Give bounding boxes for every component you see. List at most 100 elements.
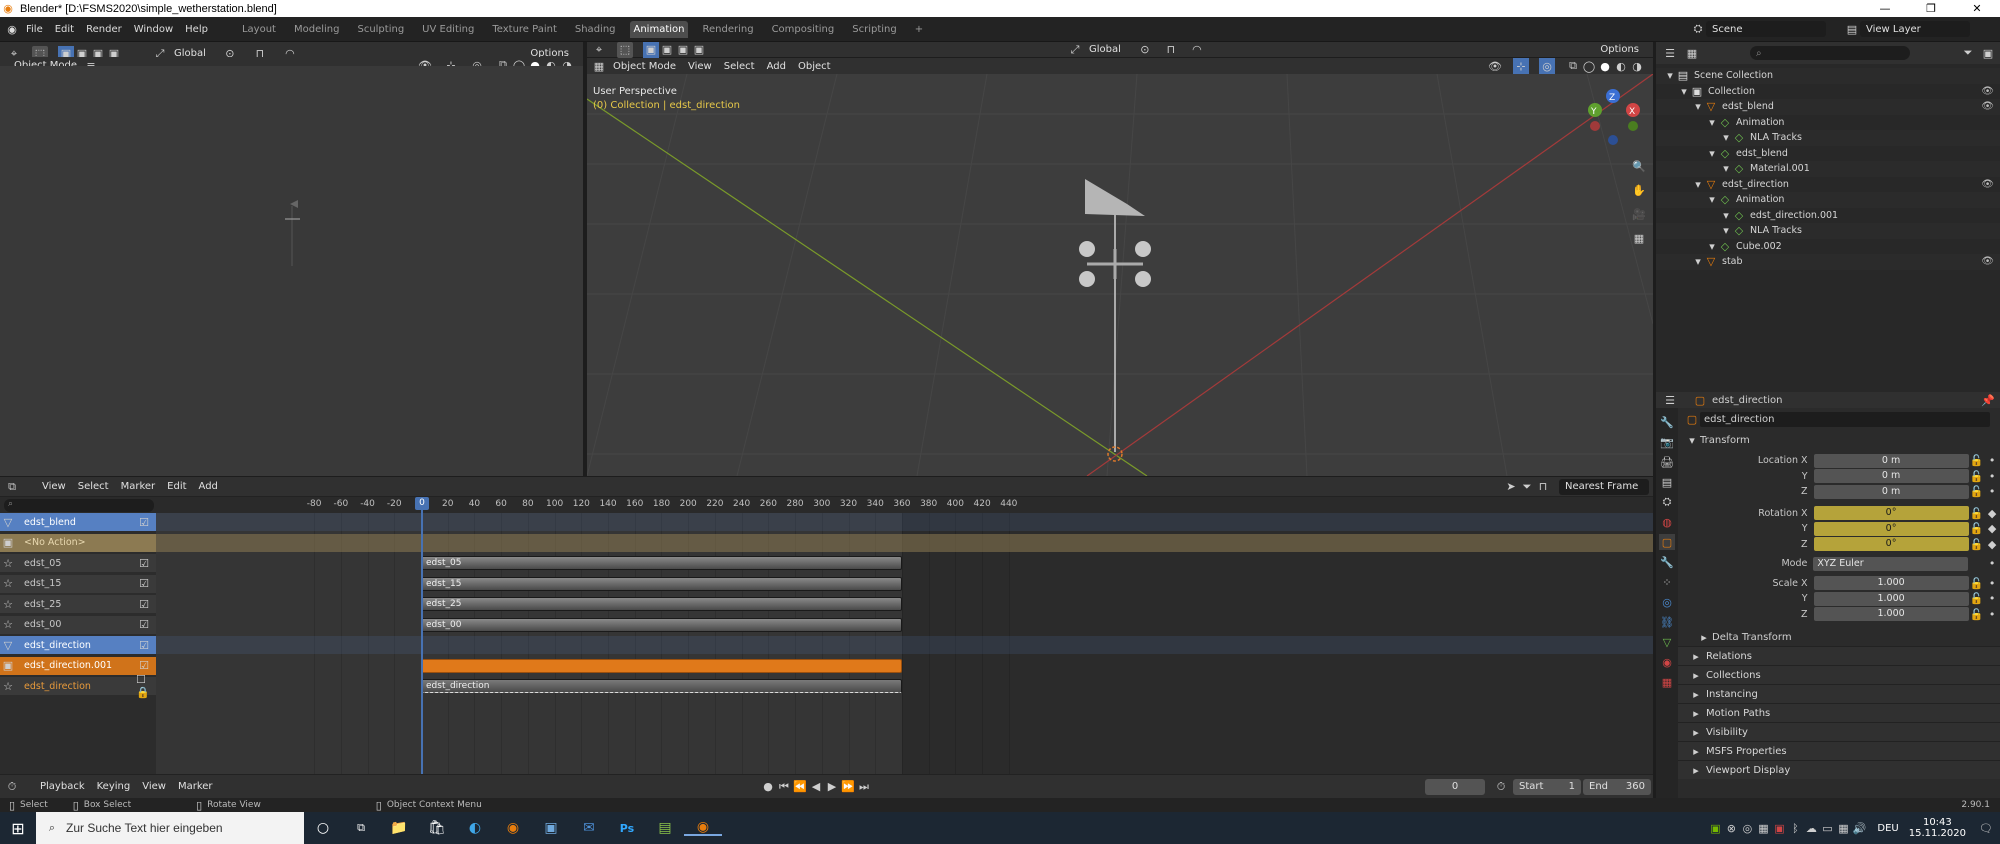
notepad-icon[interactable]: ▤	[646, 820, 684, 836]
track-mute-checkbox[interactable]: ☑	[136, 596, 152, 612]
nla-strip[interactable]: edst_direction	[421, 679, 902, 693]
nla-track-header[interactable]: ☆ edst_25 ☑	[0, 595, 156, 613]
end-frame-field[interactable]: End 360	[1583, 778, 1651, 795]
timeline-menu-keying[interactable]: Keying	[91, 779, 137, 795]
tray-bluetooth-icon[interactable]: ᛒ	[1787, 820, 1803, 836]
modifier-tab-icon[interactable]: 🔧	[1659, 554, 1675, 570]
scale-z-lock-icon[interactable]: 🔓	[1969, 606, 1985, 622]
material-tab-icon[interactable]: ◉	[1659, 654, 1675, 670]
scale-y-lock-icon[interactable]: 🔓	[1969, 591, 1985, 607]
nla-strip[interactable]: edst_00	[421, 617, 902, 632]
menu-help[interactable]: Help	[185, 24, 208, 35]
tab-shading[interactable]: Shading	[571, 21, 620, 38]
menu-edit[interactable]: Edit	[55, 24, 74, 35]
nla-track-header[interactable]: ▽ edst_direction ☑	[0, 636, 156, 654]
tray-volume-icon[interactable]: 🔊	[1851, 820, 1867, 836]
expand-arrow-icon[interactable]: ▾	[1692, 254, 1704, 270]
scale-z-field[interactable]: 1.000	[1813, 607, 1969, 622]
nla-menu-select[interactable]: Select	[72, 479, 115, 495]
jump-start-icon[interactable]: ⏮	[776, 779, 792, 795]
location-z-field[interactable]: 0 m	[1813, 484, 1969, 499]
tray-language[interactable]: DEU	[1877, 823, 1898, 834]
blender-app-icon[interactable]: ◉	[494, 820, 532, 836]
expand-arrow-icon[interactable]: ▾	[1706, 238, 1718, 254]
viewport-editor-type-icon[interactable]: ⌖	[591, 42, 607, 58]
zoom-icon[interactable]: 🔍	[1631, 158, 1647, 174]
outliner-editor-icon[interactable]: ☰	[1662, 45, 1678, 61]
track-star-icon[interactable]: ☆	[0, 617, 16, 633]
prev-keyframe-icon[interactable]: ⏪	[792, 779, 808, 795]
physics-tab-icon[interactable]: ◎	[1659, 594, 1675, 610]
viewport-pivot-icon[interactable]: ⊙	[1137, 42, 1153, 58]
nla-track-header[interactable]: ▣ <No Action>	[0, 533, 156, 552]
tab-sculpting[interactable]: Sculpting	[353, 21, 408, 38]
nla-menu-view[interactable]: View	[36, 479, 72, 495]
properties-editor-icon[interactable]: ☰	[1662, 392, 1678, 408]
tab-layout[interactable]: Layout	[238, 21, 280, 38]
nla-strip[interactable]: edst_25	[421, 597, 902, 611]
photoshop-icon[interactable]: Ps	[608, 820, 646, 836]
outliner-row[interactable]: ▾ ▽ edst_blend 👁	[1656, 99, 2000, 115]
nla-track-header[interactable]: ☆ edst_00 ☑	[0, 615, 156, 634]
data-tab-icon[interactable]: ▽	[1659, 634, 1675, 650]
visibility-eye-icon[interactable]: 👁	[1981, 179, 1994, 190]
grid-view-icon[interactable]: ▦	[1631, 230, 1647, 246]
viewport-xray-icon[interactable]: ⧉	[1565, 58, 1581, 74]
viewport-object-mode-dropdown[interactable]: Object Mode	[607, 58, 682, 74]
location-x-keyframe-icon[interactable]: •	[1984, 453, 2000, 469]
jump-end-icon[interactable]: ⏭	[856, 779, 872, 795]
nla-tracks-area[interactable]: ▽ edst_blend ☑ ▣ <No Action> ☆ edst_05 ☑ ☆ edst_1…	[0, 497, 1653, 774]
tab-uv-editing[interactable]: UV Editing	[418, 21, 478, 38]
timeline-menu-marker[interactable]: Marker	[172, 779, 219, 795]
track-star-icon[interactable]: ▣	[0, 658, 16, 674]
track-mute-checkbox[interactable]: ☑	[136, 555, 152, 571]
outliner-row[interactable]: ▾ ▣ Collection 👁	[1656, 84, 2000, 100]
viewport-shading-render-icon[interactable]: ◑	[1629, 58, 1645, 74]
viewport-proportional-icon[interactable]: ◠	[1189, 42, 1205, 58]
outliner-row[interactable]: ▾ ◇ edst_blend	[1656, 146, 2000, 162]
rotation-mode-dropdown[interactable]: XYZ Euler	[1813, 556, 1969, 571]
expand-arrow-icon[interactable]: ▾	[1720, 223, 1732, 239]
texture-tab-icon[interactable]: ▦	[1659, 674, 1675, 690]
outliner-row[interactable]: ▾ ◇ Material.001	[1656, 161, 2000, 177]
play-icon[interactable]: ▶	[824, 779, 840, 795]
tab-modeling[interactable]: Modeling	[290, 21, 344, 38]
timeline-menu-playback[interactable]: Playback	[34, 779, 91, 795]
properties-panel-header[interactable]: ▸ Instancing	[1678, 684, 2000, 703]
track-star-icon[interactable]: ☆	[0, 555, 16, 571]
viewport-shading-solid-icon[interactable]: ●	[1597, 58, 1613, 74]
scale-x-field[interactable]: 1.000	[1813, 576, 1969, 591]
location-z-lock-icon[interactable]: 🔓	[1969, 484, 1985, 500]
viewport-menu-object[interactable]: Object	[792, 58, 837, 74]
timeline-menu-view[interactable]: View	[136, 779, 172, 795]
pan-hand-icon[interactable]: ✋	[1631, 182, 1647, 198]
nla-filter-icon[interactable]: ⏷	[1519, 479, 1535, 495]
visibility-eye-icon[interactable]: 👁	[1981, 86, 1994, 97]
track-mute-checkbox[interactable]: ☑	[136, 658, 152, 674]
frame-ruler[interactable]: -80 -60 -40 -20 0 20 40 60 80 100 120 140 160 180 200 2…	[156, 497, 1653, 513]
scale-x-lock-icon[interactable]: 🔓	[1969, 575, 1985, 591]
properties-panel-header[interactable]: ▸ Relations	[1678, 646, 2000, 665]
tab-animation[interactable]: Animation	[629, 20, 689, 38]
expand-arrow-icon[interactable]: ▾	[1692, 99, 1704, 115]
tab-compositing[interactable]: Compositing	[768, 21, 839, 38]
tray-nvidia-icon[interactable]: ▣	[1707, 820, 1723, 836]
tray-app-icon[interactable]: ▦	[1755, 820, 1771, 836]
nla-track-header[interactable]: ☆ edst_15 ☑	[0, 574, 156, 593]
panel-expand-icon[interactable]: ▸	[1690, 667, 1702, 683]
tab-rendering[interactable]: Rendering	[698, 21, 757, 38]
properties-panel-header[interactable]: ▸ Collections	[1678, 665, 2000, 684]
scene-tab-icon[interactable]: ⛭	[1659, 494, 1675, 510]
viewport-overlay-icon[interactable]: ◎	[1539, 58, 1555, 74]
viewport-menu-select[interactable]: Select	[718, 58, 761, 74]
nla-editor-type-icon[interactable]: ⧉	[4, 479, 20, 495]
tray-time[interactable]: 10:43	[1923, 817, 1952, 828]
left-3d-view[interactable]	[0, 66, 583, 476]
app-icon-blue[interactable]: ▣	[532, 820, 570, 836]
location-z-keyframe-icon[interactable]: •	[1984, 484, 2000, 500]
nla-menu-edit[interactable]: Edit	[161, 479, 192, 495]
tray-filezilla-icon[interactable]: ▣	[1771, 820, 1787, 836]
track-star-icon[interactable]: ▣	[0, 535, 16, 551]
windows-start-icon[interactable]: ⊞	[0, 819, 36, 838]
outliner-row[interactable]: ▾ ◇ Cube.002	[1656, 239, 2000, 255]
